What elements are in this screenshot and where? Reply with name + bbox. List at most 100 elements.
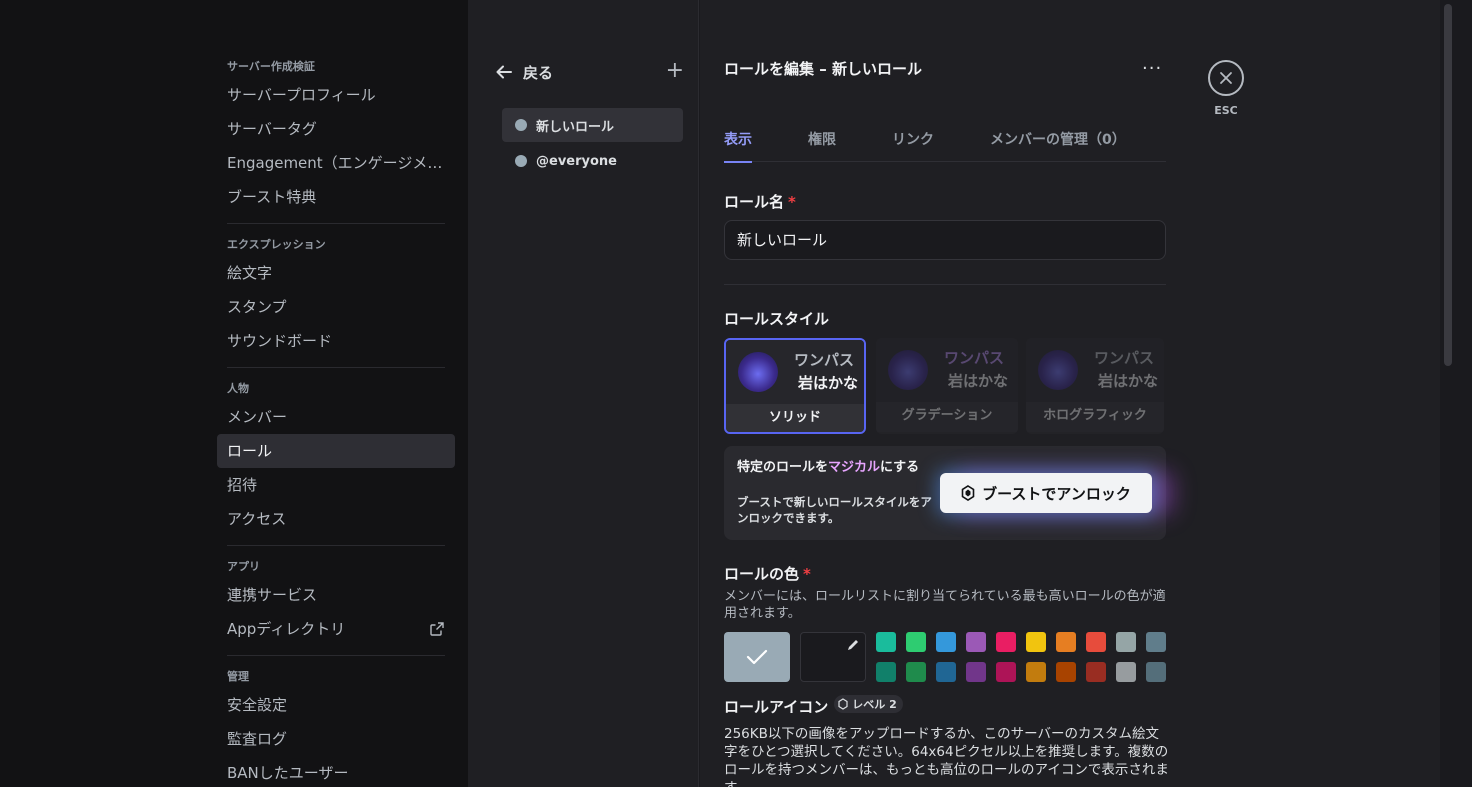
color-swatch[interactable] (906, 662, 926, 682)
color-swatch[interactable] (966, 662, 986, 682)
sidebar-item-app-directory[interactable]: Appディレクトリ (217, 612, 455, 646)
close-control: ESC (1208, 60, 1244, 117)
page-title: ロールを編集 – 新しいロール (724, 60, 922, 78)
color-swatch[interactable] (1056, 662, 1076, 682)
boost-button-label: ブーストでアンロック (982, 484, 1131, 503)
tab-display[interactable]: 表示 (724, 129, 752, 163)
boost-title: 特定のロールをマジカルにする (737, 459, 927, 476)
role-item-label: @everyone (536, 153, 617, 169)
boost-title-text: 特定のロールを (737, 460, 829, 475)
sidebar-item-label: Appディレクトリ (227, 620, 346, 638)
sidebar-item-access[interactable]: アクセス (217, 502, 455, 536)
sidebar-nav: サーバー作成検証 サーバープロフィール サーバータグ Engagement（エン… (217, 56, 455, 787)
color-swatch[interactable] (936, 662, 956, 682)
sidebar-item-soundboard[interactable]: サウンドボード (217, 324, 455, 358)
boost-upsell: 特定のロールをマジカルにする ブーストで新しいロールスタイルをアンロックできます… (724, 446, 1166, 540)
role-name-label-text: ロール名 (724, 193, 785, 211)
sidebar-divider (227, 223, 445, 224)
color-swatch[interactable] (1116, 632, 1136, 652)
roles-list-panel: 戻る + 新しいロール @everyone (468, 0, 699, 787)
sidebar-item-safety[interactable]: 安全設定 (217, 688, 455, 722)
color-swatch[interactable] (1086, 632, 1106, 652)
style-option-label: グラデーション (876, 402, 1018, 432)
sidebar-item-audit-log[interactable]: 監査ログ (217, 722, 455, 756)
style-option-holographic[interactable]: ワンパス 岩はかな ホログラフィック (1026, 338, 1164, 434)
required-mark: * (788, 193, 796, 211)
sidebar-item-emoji[interactable]: 絵文字 (217, 256, 455, 290)
color-swatch[interactable] (906, 632, 926, 652)
sidebar-item-integrations[interactable]: 連携サービス (217, 578, 455, 612)
color-swatch[interactable] (1026, 632, 1046, 652)
close-icon (1220, 72, 1232, 84)
color-swatch[interactable] (996, 632, 1016, 652)
role-color-label: ロールの色 * (724, 563, 811, 584)
style-option-label: ホログラフィック (1026, 402, 1164, 432)
color-swatch[interactable] (1056, 632, 1076, 652)
role-icon-description: 256KB以下の画像をアップロードするか、このサーバーのカスタム絵文字をひとつ選… (724, 726, 1169, 787)
tab-manage-members[interactable]: メンバーの管理（0） (990, 129, 1126, 161)
close-button[interactable] (1208, 60, 1244, 96)
external-link-icon (430, 622, 444, 636)
color-swatch[interactable] (1086, 662, 1106, 682)
sidebar-item-server-profile[interactable]: サーバープロフィール (217, 78, 455, 112)
color-swatch[interactable] (966, 632, 986, 652)
sidebar-item-invites[interactable]: 招待 (217, 468, 455, 502)
role-item-new[interactable]: 新しいロール (502, 108, 683, 142)
sidebar-item-roles[interactable]: ロール (217, 434, 455, 468)
tab-permissions[interactable]: 権限 (808, 129, 836, 161)
sidebar-item-bans[interactable]: BANしたユーザー (217, 756, 455, 787)
check-icon (746, 649, 768, 665)
back-label: 戻る (523, 63, 554, 82)
back-button[interactable]: 戻る + (494, 58, 684, 86)
color-swatch[interactable] (996, 662, 1016, 682)
preview-name: 岩はかな (1098, 372, 1159, 390)
boost-title-text: にする (880, 460, 920, 475)
pencil-icon (848, 640, 858, 650)
avatar (888, 350, 928, 390)
boost-unlock-button[interactable]: ブーストでアンロック (940, 473, 1152, 513)
more-options-button[interactable]: ··· (1142, 58, 1162, 79)
role-name-input[interactable]: 新しいロール (724, 220, 1166, 260)
role-name-label: ロール名 * (724, 191, 796, 212)
role-editor: ロールを編集 – 新しいロール ··· 表示 権限 リンク メンバーの管理（0）… (700, 0, 1440, 787)
preview-name: 岩はかな (948, 372, 1009, 390)
role-item-everyone[interactable]: @everyone (502, 144, 683, 178)
tab-links[interactable]: リンク (892, 129, 934, 161)
color-swatch[interactable] (1146, 632, 1166, 652)
scrollbar-thumb[interactable] (1444, 4, 1452, 366)
preview-name: ワンパス (944, 349, 1005, 367)
section-divider (724, 284, 1166, 285)
sidebar-item-stickers[interactable]: スタンプ (217, 290, 455, 324)
sidebar-item-engagement[interactable]: Engagement（エンゲージメント） (217, 146, 455, 180)
color-swatch[interactable] (876, 632, 896, 652)
style-option-label: ソリッド (726, 404, 864, 432)
color-swatch[interactable] (936, 632, 956, 652)
style-option-gradient[interactable]: ワンパス 岩はかな グラデーション (876, 338, 1018, 434)
avatar (1038, 350, 1078, 390)
color-swatch[interactable] (876, 662, 896, 682)
color-swatch[interactable] (1116, 662, 1136, 682)
role-color-label-text: ロールの色 (724, 565, 800, 583)
arrow-left-icon (496, 65, 512, 79)
boost-gem-icon (961, 485, 975, 501)
style-preview: ワンパス 岩はかな (726, 340, 864, 404)
role-style-label: ロールスタイル (724, 310, 830, 328)
add-role-button[interactable]: + (666, 60, 684, 82)
sidebar-item-boost-perks[interactable]: ブースト特典 (217, 180, 455, 214)
color-swatch[interactable] (1146, 662, 1166, 682)
style-option-solid[interactable]: ワンパス 岩はかな ソリッド (724, 338, 866, 434)
default-color-swatch[interactable] (724, 632, 790, 682)
preview-name: ワンパス (794, 351, 855, 369)
sidebar-item-server-tag[interactable]: サーバータグ (217, 112, 455, 146)
role-color-description: メンバーには、ロールリストに割り当てられている最も高いロールの色が適用されます。 (724, 589, 1166, 621)
color-swatch[interactable] (1026, 662, 1046, 682)
sidebar-divider (227, 655, 445, 656)
style-preview: ワンパス 岩はかな (1026, 338, 1164, 402)
sidebar-item-members[interactable]: メンバー (217, 400, 455, 434)
sidebar-divider (227, 545, 445, 546)
editor-tabs: 表示 権限 リンク メンバーの管理（0） (724, 120, 1166, 163)
custom-color-picker[interactable] (800, 632, 866, 682)
esc-label: ESC (1214, 104, 1238, 117)
role-color-dot (515, 155, 527, 167)
color-swatches (876, 632, 1166, 682)
